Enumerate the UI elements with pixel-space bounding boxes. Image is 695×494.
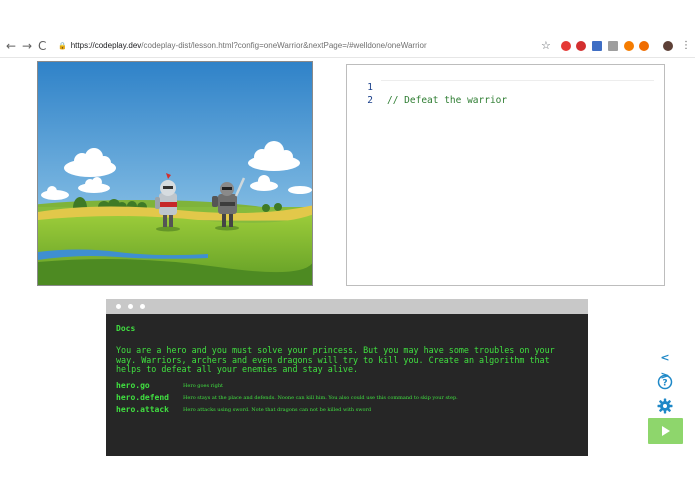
help-glyph: ?	[662, 379, 667, 389]
line-number: 2	[367, 95, 373, 106]
docs-title: Docs	[116, 324, 136, 333]
code-line[interactable]: 1 // Defeat the warrior	[347, 68, 507, 106]
menu-kebab-icon[interactable]: ⋮	[681, 39, 691, 53]
star-icon[interactable]: ☆	[541, 39, 551, 53]
code-line[interactable]: 2	[347, 81, 381, 106]
help-circle-icon[interactable]: ?	[655, 373, 675, 391]
lock-icon: 🔒	[58, 43, 67, 50]
extension-box-icon[interactable]	[608, 41, 618, 51]
gear-icon[interactable]	[655, 397, 675, 415]
url-host: https://codeplay.dev	[70, 41, 142, 50]
lesson-page: ← → C 🔒 https://codeplay.dev/codeplay-dis…	[0, 0, 695, 494]
run-button[interactable]	[648, 418, 683, 444]
command-description: Hero goes right	[183, 383, 224, 389]
url-path: /codeplay-dist/lesson.html?config=oneWar…	[141, 41, 427, 50]
profile-avatar[interactable]	[663, 41, 673, 51]
docs-panel: Docs You are a hero and you must solve y…	[106, 299, 588, 456]
extension-timer-icon[interactable]	[624, 41, 634, 51]
active-line-highlight	[381, 68, 654, 81]
play-icon	[662, 426, 670, 436]
code-text[interactable]: // Defeat the warrior	[387, 94, 507, 107]
game-scene	[37, 61, 313, 286]
window-dot	[140, 304, 145, 309]
docs-intro: You are a hero and you must solve your p…	[116, 345, 555, 374]
code-brackets-icon[interactable]: < >	[655, 349, 675, 382]
address-bar[interactable]: 🔒 https://codeplay.dev/codeplay-dist/less…	[58, 39, 427, 54]
extension-grid-icon[interactable]	[592, 41, 602, 51]
browser-toolbar: ← → C 🔒 https://codeplay.dev/codeplay-dis…	[0, 36, 695, 58]
reload-button[interactable]: C	[38, 39, 46, 53]
extension-shield-icon[interactable]	[561, 41, 571, 51]
forward-button[interactable]: →	[22, 39, 32, 53]
extension-adblock-icon[interactable]	[576, 41, 586, 51]
command-description: Hero attacks using sword. Note that drag…	[183, 407, 372, 413]
game-scene-illustration	[38, 62, 312, 285]
command-description: Hero stays at the place and defends. Noo…	[183, 395, 458, 401]
command-name: hero.attack	[116, 405, 169, 414]
docs-window-bar	[106, 299, 588, 314]
window-dot	[128, 304, 133, 309]
window-dot	[116, 304, 121, 309]
back-button[interactable]: ←	[6, 39, 16, 53]
extension-fox-icon[interactable]	[639, 41, 649, 51]
code-editor[interactable]: 1 // Defeat the warrior 2	[346, 64, 665, 286]
command-name: hero.go	[116, 381, 150, 390]
command-name: hero.defend	[116, 393, 169, 402]
